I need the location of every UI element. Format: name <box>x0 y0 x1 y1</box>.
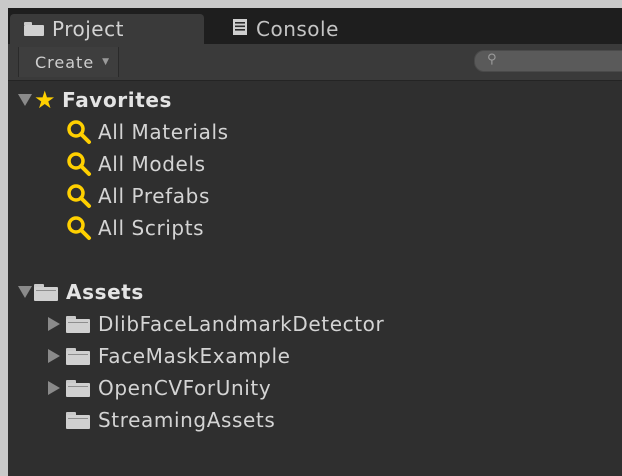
create-button-label: Create <box>35 52 95 72</box>
project-panel: Project Console Create ▼ ⚲ ★ Favorites A… <box>8 8 622 476</box>
folder-icon <box>34 283 58 301</box>
favorite-item[interactable]: All Scripts <box>66 212 204 244</box>
chevron-down-icon: ▼ <box>102 57 111 67</box>
folder-icon <box>66 411 90 429</box>
favorite-item-label: All Materials <box>98 120 229 144</box>
search-icon: ⚲ <box>487 52 497 67</box>
asset-folder-label: DlibFaceLandmarkDetector <box>98 312 385 336</box>
assets-label: Assets <box>66 280 144 304</box>
tab-project-label: Project <box>52 17 124 41</box>
expand-arrow-icon[interactable] <box>18 286 32 298</box>
search-icon <box>67 184 91 208</box>
asset-folder-label: OpenCVForUnity <box>98 376 272 400</box>
expand-arrow-icon[interactable] <box>48 381 60 395</box>
folder-icon <box>24 17 44 41</box>
tab-console-label: Console <box>256 17 339 41</box>
expand-arrow-icon[interactable] <box>18 94 32 106</box>
folder-icon <box>66 315 90 333</box>
favorites-label: Favorites <box>62 88 173 112</box>
favorite-item-label: All Models <box>98 152 206 176</box>
folder-icon <box>66 379 90 397</box>
search-icon <box>67 120 91 144</box>
favorite-item-label: All Scripts <box>98 216 205 240</box>
favorite-item-label: All Prefabs <box>98 184 210 208</box>
folder-icon <box>66 347 90 365</box>
tab-project[interactable]: Project <box>10 14 204 44</box>
favorites-header[interactable]: ★ Favorites <box>18 84 172 116</box>
asset-folder[interactable]: OpenCVForUnity <box>48 372 271 404</box>
expand-arrow-icon[interactable] <box>48 349 60 363</box>
favorite-item[interactable]: All Models <box>66 148 206 180</box>
asset-folder-label: FaceMaskExample <box>98 344 291 368</box>
search-icon <box>67 216 91 240</box>
tab-bar: Project Console <box>8 8 622 44</box>
asset-folder[interactable]: StreamingAssets <box>66 404 275 436</box>
search-icon <box>67 152 91 176</box>
asset-folder[interactable]: FaceMaskExample <box>48 340 291 372</box>
expand-arrow-icon[interactable] <box>48 317 60 331</box>
search-input[interactable]: ⚲ <box>474 50 622 72</box>
asset-folder[interactable]: DlibFaceLandmarkDetector <box>48 308 384 340</box>
create-button[interactable]: Create ▼ <box>18 47 120 77</box>
asset-folder-label: StreamingAssets <box>98 408 276 432</box>
star-icon: ★ <box>34 86 57 114</box>
assets-header[interactable]: Assets <box>18 276 144 308</box>
console-icon <box>232 17 248 41</box>
tab-console[interactable]: Console <box>226 14 426 44</box>
favorite-item[interactable]: All Prefabs <box>66 180 210 212</box>
favorite-item[interactable]: All Materials <box>66 116 229 148</box>
toolbar: Create ▼ ⚲ <box>8 44 622 81</box>
